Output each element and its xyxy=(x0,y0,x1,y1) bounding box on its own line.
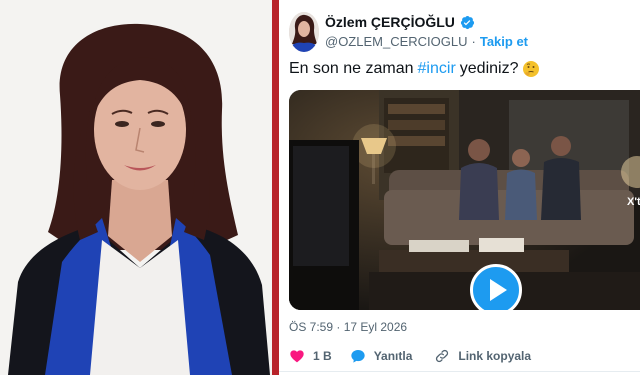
tweet-header: Özlem ÇERÇİOĞLU @OZLEM_CERCIOGLU · Takip… xyxy=(289,12,629,52)
display-name[interactable]: Özlem ÇERÇİOĞLU xyxy=(325,14,455,30)
link-icon xyxy=(434,348,450,364)
avatar[interactable] xyxy=(289,12,319,52)
separator-dot: · xyxy=(471,34,476,49)
video-badge: X'te xyxy=(627,196,640,208)
like-count: 1 B xyxy=(313,349,332,363)
tweet-text-prefix: En son ne zaman xyxy=(289,60,414,77)
like-button[interactable]: 1 B xyxy=(289,348,332,364)
video-player[interactable]: X'te xyxy=(289,90,640,310)
tweet-text-suffix: yediniz? xyxy=(459,60,519,77)
handle[interactable]: @OZLEM_CERCIOGLU xyxy=(325,34,468,49)
tweet-timestamp[interactable]: ÖS 7:59 · 17 Eyl 2026 xyxy=(289,320,407,334)
reply-button[interactable]: Yanıtla xyxy=(350,348,413,364)
portrait-illustration xyxy=(0,0,272,375)
reply-label: Yanıtla xyxy=(373,349,413,363)
panel-divider xyxy=(272,0,279,375)
video-still-frame xyxy=(289,90,640,310)
copy-link-label: Link kopyala xyxy=(458,349,532,363)
play-icon xyxy=(490,279,507,301)
thinking-face-emoji xyxy=(522,60,540,78)
play-button[interactable] xyxy=(470,264,522,310)
follow-button[interactable]: Takip et xyxy=(480,34,528,49)
bottom-divider xyxy=(279,371,640,372)
verified-badge-icon xyxy=(460,15,475,30)
hashtag-link[interactable]: #incir xyxy=(418,60,456,78)
heart-icon xyxy=(289,348,305,364)
tweet-card: Özlem ÇERÇİOĞLU @OZLEM_CERCIOGLU · Takip… xyxy=(279,0,640,375)
reply-bubble-icon xyxy=(350,348,366,364)
portrait-photo xyxy=(0,0,272,375)
tweet-actions: 1 B Yanıtla Link kopyala xyxy=(289,346,531,366)
tweet-text: En son ne zaman #incir yediniz? xyxy=(289,60,540,78)
copy-link-button[interactable]: Link kopyala xyxy=(434,348,531,364)
